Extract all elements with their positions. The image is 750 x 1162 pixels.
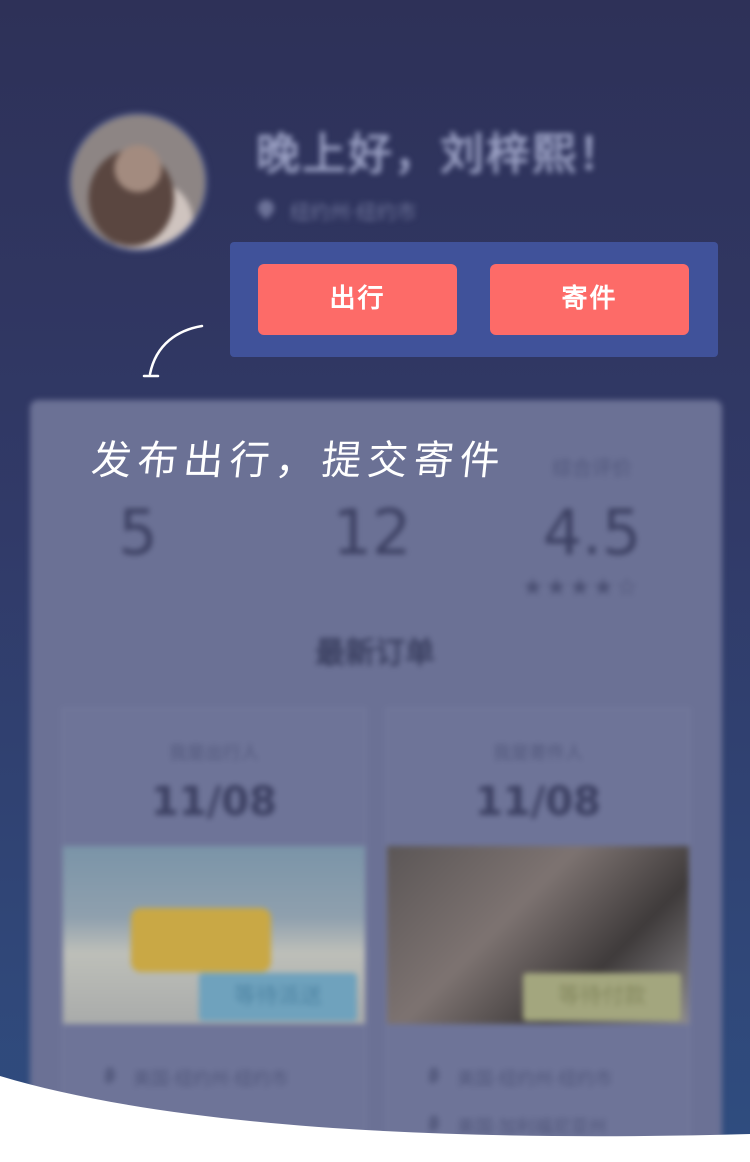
- order-role: 我是出行人: [169, 743, 259, 764]
- location-row: 纽约州·纽约市: [258, 196, 416, 225]
- order-status-badge: 等待派送: [199, 973, 357, 1021]
- screen: 晚上好，刘梓熙！ 纽约州·纽约市 5 12 综合评价 4.5 ★★★★☆ 最新订…: [0, 0, 750, 1162]
- stat-2: 12: [322, 496, 422, 569]
- order-status-badge: 等待付款: [523, 973, 681, 1021]
- travel-button[interactable]: 出行: [258, 264, 457, 335]
- guide-arrow-icon: [142, 324, 204, 378]
- bus-illustration: [131, 908, 271, 972]
- send-button[interactable]: 寄件: [490, 264, 689, 335]
- order-role: 我是寄件人: [493, 743, 583, 764]
- rating-label: 综合评价: [552, 456, 632, 480]
- background-app-blurred: 晚上好，刘梓熙！ 纽约州·纽约市 5 12 综合评价 4.5 ★★★★☆ 最新订…: [0, 0, 750, 1162]
- stat-rating: 综合评价 4.5: [532, 456, 652, 569]
- latest-orders-title: 最新订单: [315, 636, 435, 671]
- rating-value: 4.5: [542, 496, 642, 569]
- bottom-wave: [0, 1076, 750, 1162]
- order-date: 11/08: [475, 779, 601, 825]
- greeting-text: 晚上好，刘梓熙！: [256, 129, 624, 180]
- guide-tip-text: 发布出行，提交寄件: [89, 438, 508, 484]
- rating-stars: ★★★★☆: [522, 573, 640, 601]
- order-date: 11/08: [151, 779, 277, 825]
- location-text: 纽约州·纽约市: [290, 200, 417, 224]
- stat-2-value: 12: [332, 496, 412, 569]
- stat-1: 5: [88, 496, 188, 569]
- avatar[interactable]: [68, 112, 208, 252]
- location-pin-icon: [258, 200, 274, 222]
- stat-1-value: 5: [118, 496, 158, 569]
